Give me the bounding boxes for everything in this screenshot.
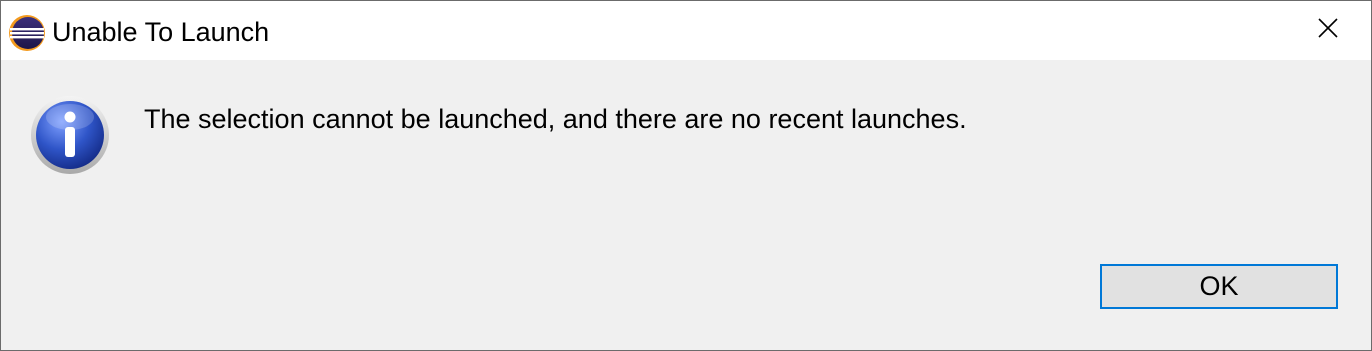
- close-icon: [1316, 16, 1340, 45]
- unable-to-launch-dialog: Unable To Launch The selection cannot be…: [0, 0, 1372, 351]
- window-title: Unable To Launch: [52, 17, 270, 47]
- close-button[interactable]: [1285, 1, 1371, 60]
- ok-button[interactable]: OK: [1100, 264, 1338, 309]
- title-bar[interactable]: Unable To Launch: [1, 1, 1371, 60]
- eclipse-icon: [8, 14, 46, 52]
- info-icon: [30, 95, 110, 175]
- message-text: The selection cannot be launched, and th…: [144, 104, 967, 134]
